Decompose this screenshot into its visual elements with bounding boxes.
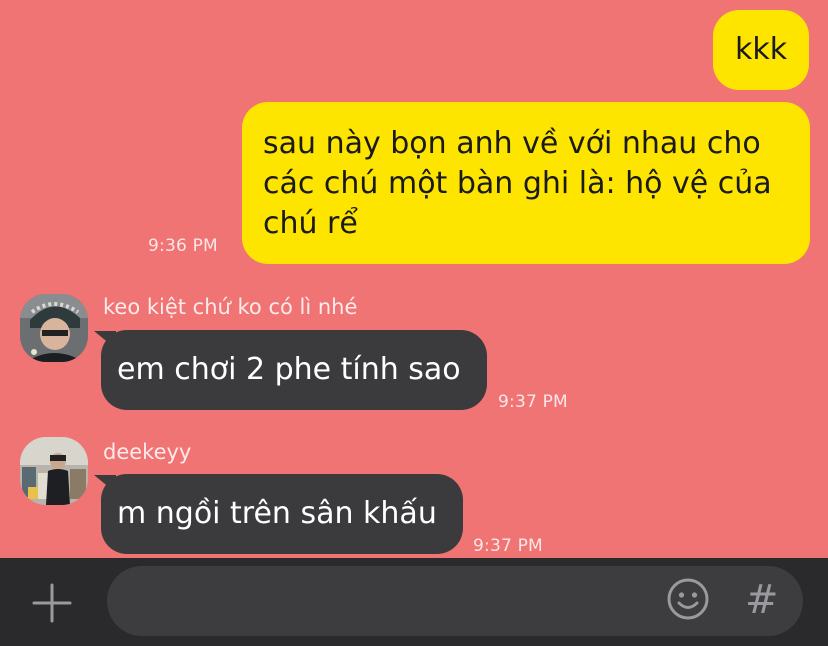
sender-name: keo kiệt chứ ko có lì nhé — [103, 295, 358, 319]
message-bubble-incoming[interactable]: em chơi 2 phe tính sao — [101, 330, 487, 410]
sender-name: deekeyy — [103, 440, 192, 464]
message-text-line: sau này bọn anh về với nhau cho — [263, 126, 761, 161]
message-input-bar: # — [0, 558, 828, 646]
message-timestamp: 9:37 PM — [498, 392, 568, 412]
avatar-image — [20, 437, 88, 505]
message-text-line: các chú một bàn ghi là: hộ vệ của — [263, 166, 772, 201]
message-timestamp: 9:36 PM — [148, 236, 218, 256]
emoji-icon[interactable] — [666, 577, 710, 621]
message-bubble-incoming[interactable]: m ngồi trên sân khấu — [101, 474, 463, 554]
message-text-line: chú rể — [263, 206, 358, 241]
message-timestamp: 9:37 PM — [473, 536, 543, 556]
message-bubble-outgoing[interactable]: kkk — [713, 10, 809, 90]
hashtag-icon[interactable]: # — [745, 572, 779, 628]
message-bubble-outgoing[interactable]: sau này bọn anh về với nhau cho các chú … — [242, 102, 810, 264]
avatar-image — [20, 294, 88, 362]
chat-area: kkk sau này bọn anh về với nhau cho các … — [0, 0, 828, 558]
message-text: kkk — [735, 32, 788, 67]
avatar[interactable] — [20, 294, 88, 362]
message-text: m ngồi trên sân khấu — [117, 496, 437, 531]
message-text: em chơi 2 phe tính sao — [117, 352, 461, 387]
avatar[interactable] — [20, 437, 88, 505]
plus-icon[interactable] — [32, 583, 72, 623]
